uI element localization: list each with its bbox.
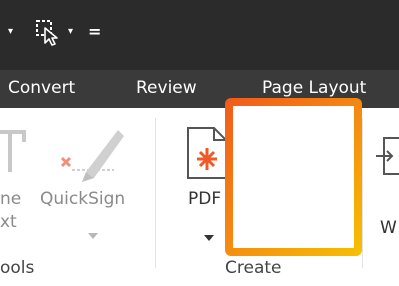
ribbon-panel: ne xt QuickSign ools PDF Combine Create … xyxy=(0,108,399,286)
group-label-create: Create xyxy=(225,258,282,278)
tab-review[interactable]: Review xyxy=(136,78,197,98)
combine-files-icon xyxy=(270,120,326,186)
tab-page-layout[interactable]: Page Layout xyxy=(262,78,366,98)
quicksign-label: QuickSign xyxy=(40,189,126,209)
tab-convert[interactable]: Convert xyxy=(8,78,75,98)
pdf-dropdown-icon xyxy=(204,226,214,245)
combine-label: Combine xyxy=(255,189,331,209)
create-pdf-button[interactable]: PDF xyxy=(178,108,228,248)
partial-left-command[interactable]: ne xt xyxy=(0,108,30,248)
partial-right-command[interactable]: W xyxy=(372,108,399,248)
partial-right-label: W xyxy=(380,218,397,238)
customize-toolbar-icon[interactable]: = xyxy=(88,22,101,41)
title-bar: ▾ ▾ = xyxy=(0,0,399,70)
partial-left-label-bottom: xt xyxy=(0,212,17,232)
group-label-tools: ools xyxy=(0,258,35,278)
select-cursor-icon[interactable] xyxy=(34,18,64,48)
quick-access-dropdown[interactable]: ▾ xyxy=(8,26,13,37)
combine-button[interactable]: Combine xyxy=(240,108,352,248)
quicksign-dropdown-icon xyxy=(88,224,98,243)
group-separator-right xyxy=(362,118,363,268)
pdf-label: PDF xyxy=(188,189,222,209)
partial-left-label-top: ne xyxy=(0,189,22,209)
quicksign-button[interactable]: QuickSign xyxy=(40,108,150,248)
pdf-file-icon xyxy=(186,126,228,184)
group-separator xyxy=(155,118,156,268)
select-dropdown[interactable]: ▾ xyxy=(68,26,73,37)
partial-right-icon xyxy=(376,136,399,180)
ribbon-tab-bar: Convert Review Page Layout xyxy=(0,70,399,108)
quicksign-pen-icon xyxy=(58,122,128,188)
text-t-icon xyxy=(0,128,26,178)
